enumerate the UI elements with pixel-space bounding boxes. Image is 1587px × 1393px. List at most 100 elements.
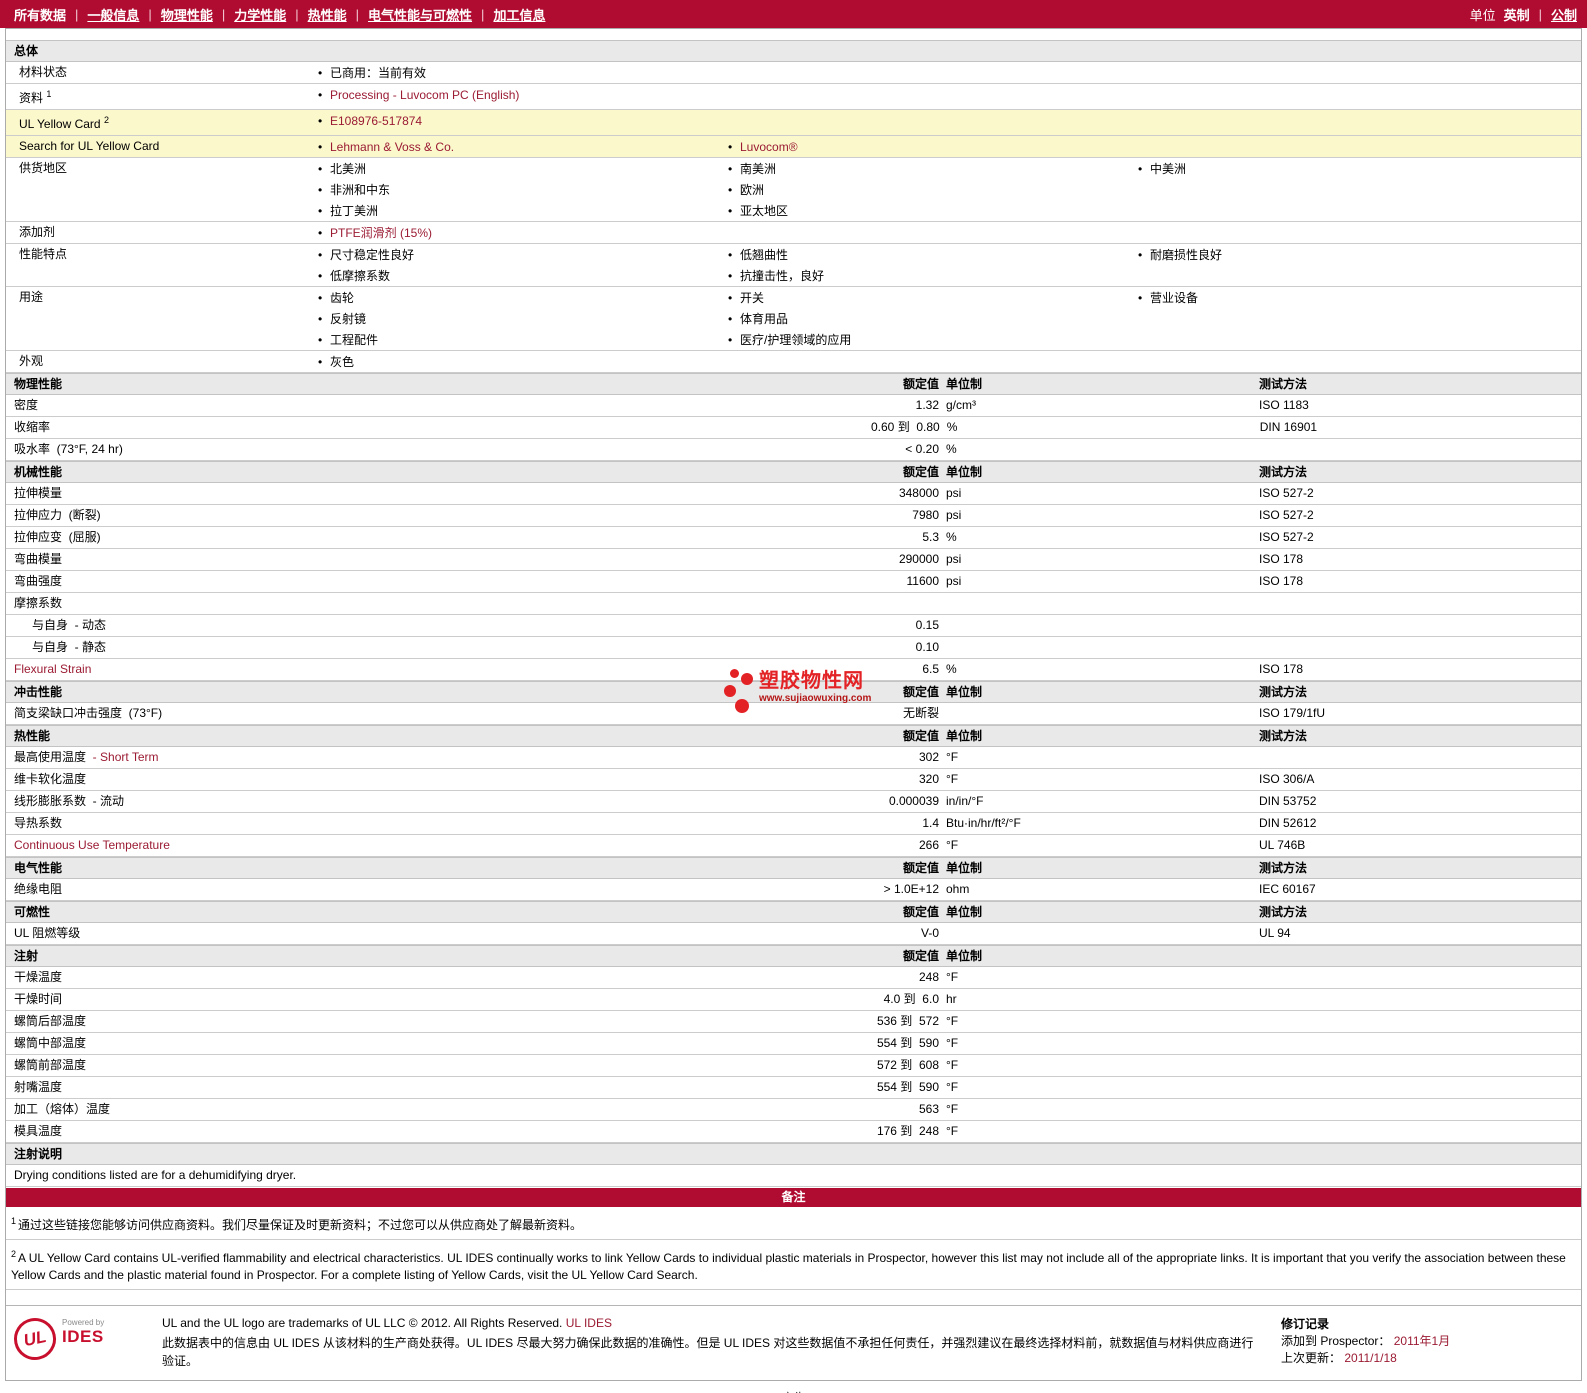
bullet-icon: •	[728, 291, 733, 305]
property-label: 供货地区	[19, 161, 68, 175]
value-link[interactable]: Luvocom®	[740, 140, 798, 154]
nav-tab-6[interactable]: 加工信息	[493, 5, 545, 24]
test-method: IEC 60167	[1259, 882, 1316, 896]
value-text: 耐磨损性良好	[1150, 248, 1223, 262]
nav-tab-5[interactable]: 电气性能与可燃性	[368, 5, 472, 24]
property-value: 0.15	[915, 618, 939, 632]
ul-ides-link[interactable]: UL IDES	[566, 1316, 612, 1330]
test-method: ISO 178	[1259, 552, 1304, 566]
property-unit: Btu·in/hr/ft²/°F	[946, 816, 1021, 830]
property-unit: %	[946, 442, 957, 456]
property-row: 维卡软化温度 320 °F ISO 306/A	[6, 769, 1581, 791]
bullet-icon: •	[728, 204, 733, 218]
nav-tabs: 所有数据 | 一般信息 | 物理性能 | 力学性能 | 热性能 | 电气性能与可燃性 | 加工信息	[14, 5, 545, 24]
section-header: 热性能 额定值 单位制 测试方法	[6, 725, 1581, 747]
footer: UL Powered by IDES UL and the UL logo ar…	[6, 1306, 1581, 1380]
nav-separator: |	[221, 6, 226, 22]
property-row: 简支梁缺口冲击强度 (73°F) 无断裂 ISO 179/1fU	[6, 703, 1581, 725]
general-row: 供货地区 • 北美洲 • 非洲和中东 • 拉丁美洲 • 南美洲 • 欧洲 • 亚太地区 • 中美洲	[6, 158, 1581, 222]
test-method: ISO 527-2	[1259, 486, 1314, 500]
revision-added-value: 2011年1月	[1393, 1334, 1451, 1348]
value-text: 开关	[740, 291, 765, 305]
property-row: 模具温度 176 到 248 °F	[6, 1121, 1581, 1143]
section-header-injection-notes: 注射说明	[6, 1143, 1581, 1165]
property-label: 模具温度	[14, 1124, 63, 1138]
nav-tab-1[interactable]: 一般信息	[87, 5, 139, 24]
property-unit: %	[946, 530, 957, 544]
property-label: 线形膨胀系数 - 流动	[14, 794, 124, 808]
property-value: 1.4	[922, 816, 939, 830]
section-title: 注射说明	[14, 1147, 63, 1161]
value-link[interactable]: PTFE润滑剂 (15%)	[330, 226, 432, 240]
property-value: 无断裂	[902, 706, 939, 720]
property-unit: °F	[946, 838, 959, 852]
revision-updated: 上次更新： 2011/1/18	[1281, 1351, 1397, 1365]
test-method: ISO 178	[1259, 574, 1304, 588]
method-column-header: 测试方法	[1259, 860, 1308, 875]
property-value: 5.3	[922, 530, 939, 544]
test-method: ISO 527-2	[1259, 530, 1314, 544]
section-header: 可燃性 额定值 单位制 测试方法	[6, 901, 1581, 923]
property-row: 弯曲强度 11600 psi ISO 178	[6, 571, 1581, 593]
property-value: 1.32	[915, 398, 939, 412]
section-header: 物理性能 额定值 单位制 测试方法	[6, 373, 1581, 395]
property-row: 拉伸模量 348000 psi ISO 527-2	[6, 483, 1581, 505]
ul-logo-icon: UL	[10, 1314, 60, 1364]
property-row: 拉伸应变 (屈服) 5.3% ISO 527-2	[6, 527, 1581, 549]
property-unit: °F	[946, 750, 959, 764]
property-label: 干燥时间	[14, 992, 63, 1006]
property-unit: in/in/°F	[946, 794, 984, 808]
property-unit: °F	[946, 1080, 959, 1094]
property-unit: hr	[946, 992, 957, 1006]
value-text: 中美洲	[1150, 162, 1187, 176]
property-label: 弯曲模量	[14, 552, 63, 566]
property-label: 导热系数	[14, 816, 63, 830]
property-value: 563	[918, 1102, 939, 1116]
property-label: 收缩率	[14, 420, 51, 434]
property-row: 螺筒后部温度 536 到 572 °F	[6, 1011, 1581, 1033]
unit-column-header: 单位制	[946, 860, 983, 875]
nav-tab-3[interactable]: 力学性能	[234, 5, 286, 24]
property-row: 吸水率 (73°F, 24 hr) < 0.20%	[6, 439, 1581, 461]
general-row: Search for UL Yellow Card • Lehmann & Voss…	[6, 136, 1581, 158]
ides-wordmark: Powered by IDES	[62, 1318, 104, 1347]
nav-tab-0[interactable]: 所有数据	[14, 5, 66, 24]
nav-separator: |	[481, 6, 485, 22]
section-header-general: 总体	[6, 40, 1581, 62]
nav-tab-2[interactable]: 物理性能	[161, 5, 213, 24]
property-row: 与自身 - 动态 0.15	[6, 615, 1581, 637]
value-link[interactable]: Lehmann & Voss & Co.	[330, 140, 454, 154]
property-row: 绝缘电阻 > 1.0E+12 ohm IEC 60167	[6, 879, 1581, 901]
value-text: 医疗/护理领域的应用	[740, 333, 852, 347]
value-text: 尺寸稳定性良好	[330, 248, 415, 262]
property-label: 干燥温度	[14, 970, 63, 984]
property-label: Continuous Use Temperature	[14, 838, 170, 852]
property-label: 添加剂	[19, 225, 56, 239]
property-label: 拉伸应力 (断裂)	[14, 508, 101, 522]
bullet-icon: •	[728, 248, 733, 262]
test-method: DIN 16901	[1259, 420, 1318, 434]
test-method: DIN 52612	[1259, 816, 1317, 830]
property-unit: °F	[946, 1102, 959, 1116]
nav-tab-4[interactable]: 热性能	[308, 5, 347, 24]
value-text: 低翘曲性	[740, 248, 789, 262]
value-link[interactable]: E108976-517874	[330, 114, 422, 128]
property-value: < 0.20	[905, 442, 939, 456]
property-value: 11600	[906, 574, 939, 588]
footer-trademark-line: UL and the UL logo are trademarks of UL …	[162, 1316, 612, 1330]
unit-english-current[interactable]: 英制	[1504, 5, 1530, 24]
top-nav: 所有数据 | 一般信息 | 物理性能 | 力学性能 | 热性能 | 电气性能与可燃性 | 加工信息 单位…	[0, 0, 1587, 28]
property-unit: psi	[946, 508, 962, 522]
general-row: 添加剂 • PTFE润滑剂 (15%)	[6, 222, 1581, 244]
unit-metric-link[interactable]: 公制	[1551, 5, 1577, 24]
value-column-header: 额定值	[902, 860, 939, 875]
value-column-header: 额定值	[902, 376, 939, 391]
bullet-icon: •	[318, 140, 323, 154]
property-label: 摩擦系数	[14, 596, 63, 610]
unit-column-header: 单位制	[946, 728, 983, 743]
general-rows: 材料状态 • 已商用：当前有效 资料 1 • Processing - Luvocom P…	[6, 62, 1581, 373]
value-text: 抗撞击性，良好	[740, 269, 825, 283]
ad-placeholder[interactable]: <广告>	[0, 1389, 1587, 1393]
value-link[interactable]: Processing - Luvocom PC (English)	[330, 88, 519, 102]
datasheet-page: 所有数据 | 一般信息 | 物理性能 | 力学性能 | 热性能 | 电气性能与可燃性 | 加工信息 单位…	[0, 0, 1587, 1393]
